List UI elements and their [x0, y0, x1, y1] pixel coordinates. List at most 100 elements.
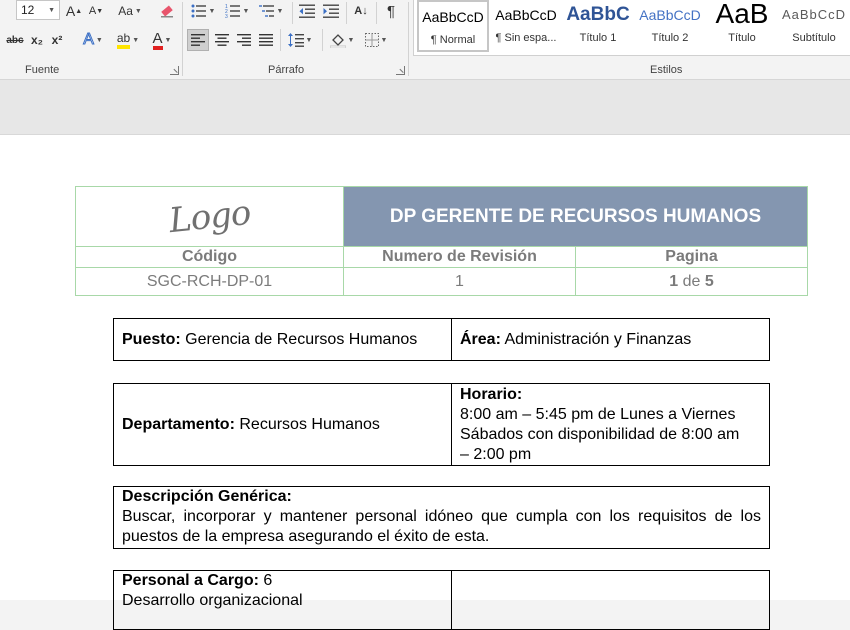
svg-text:3: 3 — [225, 14, 228, 18]
line-spacing-button[interactable]: ▼ — [284, 29, 316, 51]
align-center-icon — [215, 34, 229, 46]
paint-bucket-icon — [329, 33, 346, 48]
pagina-value: 1 de 5 — [576, 268, 807, 295]
puesto-label: Puesto: — [122, 330, 181, 348]
chevron-down-icon: ▼ — [242, 7, 250, 15]
chevron-down-icon: ▼ — [132, 36, 140, 44]
separator — [346, 2, 347, 24]
style-name: ¶ Normal — [430, 34, 476, 46]
multilevel-list-icon — [258, 5, 274, 17]
page-current: 1 — [669, 272, 679, 290]
change-case-button[interactable]: Aa ▼ — [114, 0, 146, 22]
show-formatting-button[interactable]: ¶ — [380, 0, 402, 22]
align-right-button[interactable] — [233, 29, 255, 51]
strikethrough-button[interactable]: abc — [4, 29, 26, 51]
numbering-button[interactable]: 123 ▼ — [222, 0, 252, 22]
divider — [451, 571, 452, 629]
clear-formatting-button[interactable] — [156, 0, 178, 22]
company-logo: Logo — [166, 192, 253, 241]
style-normal[interactable]: AaBbCcD ¶ Normal — [417, 0, 489, 52]
departamento-cell: Departamento: Recursos Humanos — [114, 384, 451, 465]
ribbon: 12 ▼ A ▲ A ▼ Aa ▼ abc x₂ x² A ▼ ab ▼ A ▼ Fuent… — [0, 0, 850, 80]
style-preview: AaBbCcD — [781, 7, 847, 22]
multilevel-list-button[interactable]: ▼ — [256, 0, 286, 22]
highlight-button[interactable]: ab ▼ — [112, 29, 144, 51]
style-preview: AaBbCcD — [495, 7, 557, 23]
font-color-button[interactable]: A ▼ — [146, 29, 178, 51]
highlighter-icon: ab — [116, 31, 131, 49]
personal-item: Desarrollo organizacional — [122, 592, 303, 609]
column-header-revision: Numero de Revisión — [344, 247, 576, 268]
line-spacing-icon — [287, 33, 304, 47]
descripcion-label: Descripción Genérica: — [122, 488, 292, 505]
style-subtitulo[interactable]: AaBbCcD Subtítulo — [778, 0, 850, 52]
group-label-estilos: Estilos — [650, 64, 683, 76]
style-sin-espaciado[interactable]: AaBbCcD ¶ Sin espa... — [490, 0, 562, 52]
style-name: Título 2 — [651, 32, 689, 44]
styles-gallery: AaBbCcD ¶ Normal AaBbCcD ¶ Sin espa... A… — [413, 0, 850, 56]
shading-button[interactable]: ▼ — [326, 29, 358, 51]
chevron-down-icon: ▼ — [276, 7, 284, 15]
document-page[interactable]: Logo DP GERENTE DE RECURSOS HUMANOS Códi… — [0, 135, 850, 630]
separator — [280, 29, 281, 51]
grow-font-icon: A — [65, 3, 76, 19]
departamento-horario-table: Departamento: Recursos Humanos Horario: … — [113, 383, 770, 466]
style-name: Subtítulo — [792, 32, 836, 44]
page-of: de — [682, 272, 701, 290]
eraser-icon — [161, 5, 173, 18]
style-titulo-2[interactable]: AaBbCcD Título 2 — [634, 0, 706, 52]
borders-button[interactable]: ▼ — [360, 29, 392, 51]
ruler-area — [0, 80, 850, 135]
align-right-icon — [237, 34, 251, 46]
style-titulo-1[interactable]: AaBbC Título 1 — [562, 0, 634, 52]
increase-indent-icon — [323, 4, 339, 18]
style-preview: AaB — [715, 0, 769, 29]
sort-button[interactable]: A↓ — [350, 0, 372, 22]
paragraph-dialog-launcher-icon[interactable] — [396, 66, 405, 75]
area-label: Área: — [460, 330, 501, 348]
descripcion-value: Buscar, incorporar y mantener personal i… — [122, 508, 761, 545]
chevron-down-icon: ▼ — [305, 36, 313, 44]
revision-value: 1 — [344, 268, 576, 295]
document-header-table: Logo DP GERENTE DE RECURSOS HUMANOS Códi… — [75, 186, 808, 296]
separator — [182, 2, 183, 76]
page-total: 5 — [704, 272, 714, 290]
align-left-icon — [191, 34, 205, 46]
subscript-button[interactable]: x₂ — [28, 29, 46, 51]
grow-font-button[interactable]: A ▲ — [64, 0, 84, 22]
font-dialog-launcher-icon[interactable] — [170, 66, 179, 75]
align-center-button[interactable] — [211, 29, 233, 51]
puesto-cell: Puesto: Gerencia de Recursos Humanos — [114, 319, 451, 360]
bullets-button[interactable]: ▼ — [188, 0, 218, 22]
numbered-list-icon: 123 — [225, 4, 240, 18]
chevron-down-icon: ▼ — [347, 36, 355, 44]
departamento-value: Recursos Humanos — [239, 415, 380, 433]
chevron-down-icon: ▼ — [95, 36, 103, 44]
chevron-down-icon: ▼ — [134, 7, 142, 15]
style-preview: AaBbCcD — [639, 7, 701, 23]
justify-icon — [259, 34, 273, 46]
change-case-icon: Aa — [118, 4, 133, 18]
chevron-down-icon: ▼ — [208, 7, 216, 15]
justify-button[interactable] — [255, 29, 277, 51]
style-preview: AaBbCcD — [422, 9, 484, 25]
increase-indent-button[interactable] — [320, 0, 342, 22]
horario-label: Horario: — [460, 386, 523, 403]
personal-table: Personal a Cargo: 6 Desarrollo organizac… — [113, 570, 770, 630]
style-titulo[interactable]: AaB Título — [706, 0, 778, 52]
text-effects-button[interactable]: A ▼ — [78, 29, 108, 51]
descripcion-table: Descripción Genérica: Buscar, incorporar… — [113, 486, 770, 549]
separator — [376, 2, 377, 24]
column-header-codigo: Código — [76, 247, 344, 268]
chevron-down-icon: ▼ — [164, 36, 172, 44]
font-size-dropdown[interactable]: 12 ▼ — [16, 0, 60, 20]
personal-label: Personal a Cargo: — [122, 572, 259, 589]
style-name: ¶ Sin espa... — [495, 32, 557, 44]
superscript-button[interactable]: x² — [48, 29, 66, 51]
align-left-button[interactable] — [187, 29, 209, 51]
decrease-indent-button[interactable] — [296, 0, 318, 22]
horario-cell: Horario: 8:00 am – 5:45 pm de Lunes a Vi… — [452, 384, 769, 465]
shrink-font-button[interactable]: A ▼ — [86, 0, 106, 22]
borders-icon — [364, 33, 379, 47]
group-label-fuente: Fuente — [25, 64, 60, 76]
